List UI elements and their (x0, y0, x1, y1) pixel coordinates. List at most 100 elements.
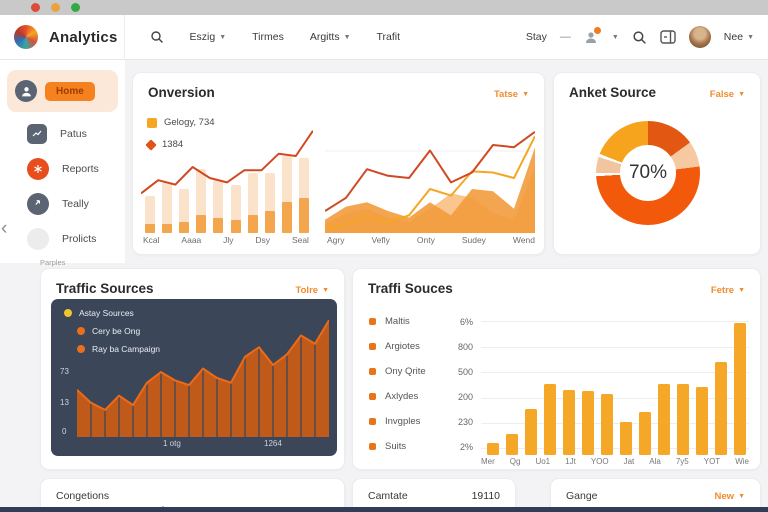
card-title: Traffic Sources (56, 281, 154, 296)
notification-dot (594, 27, 601, 34)
menu-item-eszig[interactable]: Eszig▼ (190, 31, 227, 43)
bullet-marker (369, 443, 376, 450)
sidebar-item-prolicts[interactable]: Prolicts (0, 221, 125, 256)
menu-item-label: Eszig (190, 31, 216, 43)
x-axis-tick: 1 otg (163, 439, 181, 448)
card-title: Congetions (56, 490, 109, 502)
bar (734, 323, 746, 455)
bar (639, 412, 651, 455)
menu-item-trafit[interactable]: Trafit (377, 31, 401, 43)
window-minimize-button[interactable] (51, 3, 60, 12)
sidebar-item-label: Patus (60, 128, 87, 140)
sidebar-item-label: Prolicts (62, 233, 96, 245)
traffic-dark-filter-dropdown[interactable]: Tolre ▼ (296, 285, 329, 296)
panel-toggle-icon[interactable] (660, 30, 676, 44)
card-title: Traffi Souces (368, 281, 453, 296)
filter-label: Fetre (711, 285, 734, 296)
traffic-source-row: Maltis6% (369, 309, 473, 334)
traffic-bar-chart (481, 303, 749, 455)
account-notification-icon[interactable] (584, 30, 599, 44)
filter-label: Tolre (296, 285, 319, 296)
traffic-source-label: Invgples (385, 416, 420, 427)
header-divider (124, 15, 125, 60)
x-axis-tick: YOO (591, 457, 609, 466)
x-axis-tick: 1Jt (565, 457, 576, 466)
dash-separator: — (560, 31, 571, 43)
window-close-button[interactable] (31, 3, 40, 12)
traffic-source-value: 230 (458, 417, 473, 427)
traffic-source-label: Maltis (385, 316, 410, 327)
traffic-source-row: Suits2% (369, 434, 473, 459)
legend-label: 1384 (162, 139, 183, 150)
menu-item-label: Argitts (310, 31, 340, 43)
x-axis-tick: Vefly (371, 235, 389, 249)
market-filter-dropdown[interactable]: False ▼ (710, 89, 745, 100)
legend-dot-marker (64, 309, 72, 317)
donut-center-value: 70% (629, 162, 667, 184)
chevron-down-icon: ▼ (322, 287, 329, 294)
market-source-donut-chart: 70% (596, 121, 700, 225)
sidebar-item-label: Reports (62, 163, 99, 175)
stay-menu-item[interactable]: Stay (526, 31, 547, 43)
bar (658, 384, 670, 455)
bar (601, 394, 613, 455)
traffic-source-list: Maltis6%Argiotes800Ony Qrite500Axlydes20… (369, 309, 473, 459)
x-axis-tick: Dsy (255, 235, 270, 249)
sidebar-item-home[interactable]: Home (7, 70, 118, 112)
x-axis-tick: Ala (649, 457, 661, 466)
menu-item-tirmes[interactable]: Tirmes (252, 31, 284, 43)
conversion-filter-dropdown[interactable]: Tatse ▼ (494, 89, 529, 100)
sidebar-item-teally[interactable]: Teally (0, 186, 125, 221)
sidebar-item-label: Home (45, 82, 95, 101)
chevron-down-icon: ▼ (219, 34, 226, 41)
top-navigation-bar: Analytics Eszig▼ Tirmes Argitts▼ Trafit … (0, 15, 768, 60)
traffic-list-filter-dropdown[interactable]: Fetre ▼ (711, 285, 745, 296)
trend-chart-icon (27, 124, 47, 144)
user-menu[interactable]: Nee ▼ (724, 31, 754, 43)
legend-label: Gelogy, 734 (164, 117, 215, 128)
x-axis-tick: 1264 (264, 439, 282, 448)
bar (715, 362, 727, 455)
user-avatar[interactable] (689, 26, 711, 48)
bullet-marker (369, 393, 376, 400)
chevron-down-icon: ▼ (344, 34, 351, 41)
x-axis-tick: 7y5 (676, 457, 689, 466)
filter-label: New (715, 491, 735, 502)
bar (525, 409, 537, 455)
x-axis-tick: Aaaa (181, 235, 201, 249)
window-titlebar (0, 0, 768, 15)
x-axis-tick: Jly (223, 235, 233, 249)
sidebar-item-patus[interactable]: Patus (0, 116, 125, 151)
x-axis-labels: MerQgUo11JtYOOJatAla7y5YOTWie (481, 457, 749, 466)
traffic-source-row: Argiotes800 (369, 334, 473, 359)
card-title: Onversion (148, 85, 215, 100)
y-axis-tick: 0 (62, 427, 66, 436)
y-axis-tick: 73 (60, 367, 69, 376)
chevron-down-icon[interactable]: ▼ (612, 34, 619, 41)
chevron-down-icon: ▼ (738, 91, 745, 98)
traffic-source-label: Ony Qrite (385, 366, 426, 377)
sidebar-collapse-icon[interactable]: ‹ (1, 218, 7, 240)
traffic-source-value: 2% (460, 442, 473, 452)
legend-item: Gelogy, 734 (147, 117, 215, 128)
chevron-down-icon: ▼ (747, 34, 754, 41)
menu-search-icon[interactable] (150, 30, 164, 44)
y-axis-tick: 13 (60, 398, 69, 407)
user-menu-label: Nee (724, 31, 743, 43)
search-icon[interactable] (632, 30, 647, 45)
sidebar-item-reports[interactable]: Reports (0, 151, 125, 186)
sidebar-item-label: Teally (62, 198, 89, 210)
menu-item-argitts[interactable]: Argitts ▼ (310, 31, 351, 43)
star-burst-icon (27, 158, 49, 180)
traffic-source-value: 200 (458, 392, 473, 402)
bullet-marker (369, 343, 376, 350)
x-axis-labels: KcalAaaaJlyDsySeal (143, 235, 309, 249)
x-axis-tick: YOT (704, 457, 720, 466)
main-menu: Eszig▼ Tirmes Argitts▼ Trafit (150, 30, 401, 44)
legend-item: 1384 (147, 139, 183, 150)
menu-item-label: Trafit (377, 31, 401, 43)
window-zoom-button[interactable] (71, 3, 80, 12)
app-title: Analytics (49, 29, 118, 46)
card-title: Gange (566, 490, 598, 502)
gange-filter-dropdown[interactable]: New ▼ (715, 491, 745, 502)
